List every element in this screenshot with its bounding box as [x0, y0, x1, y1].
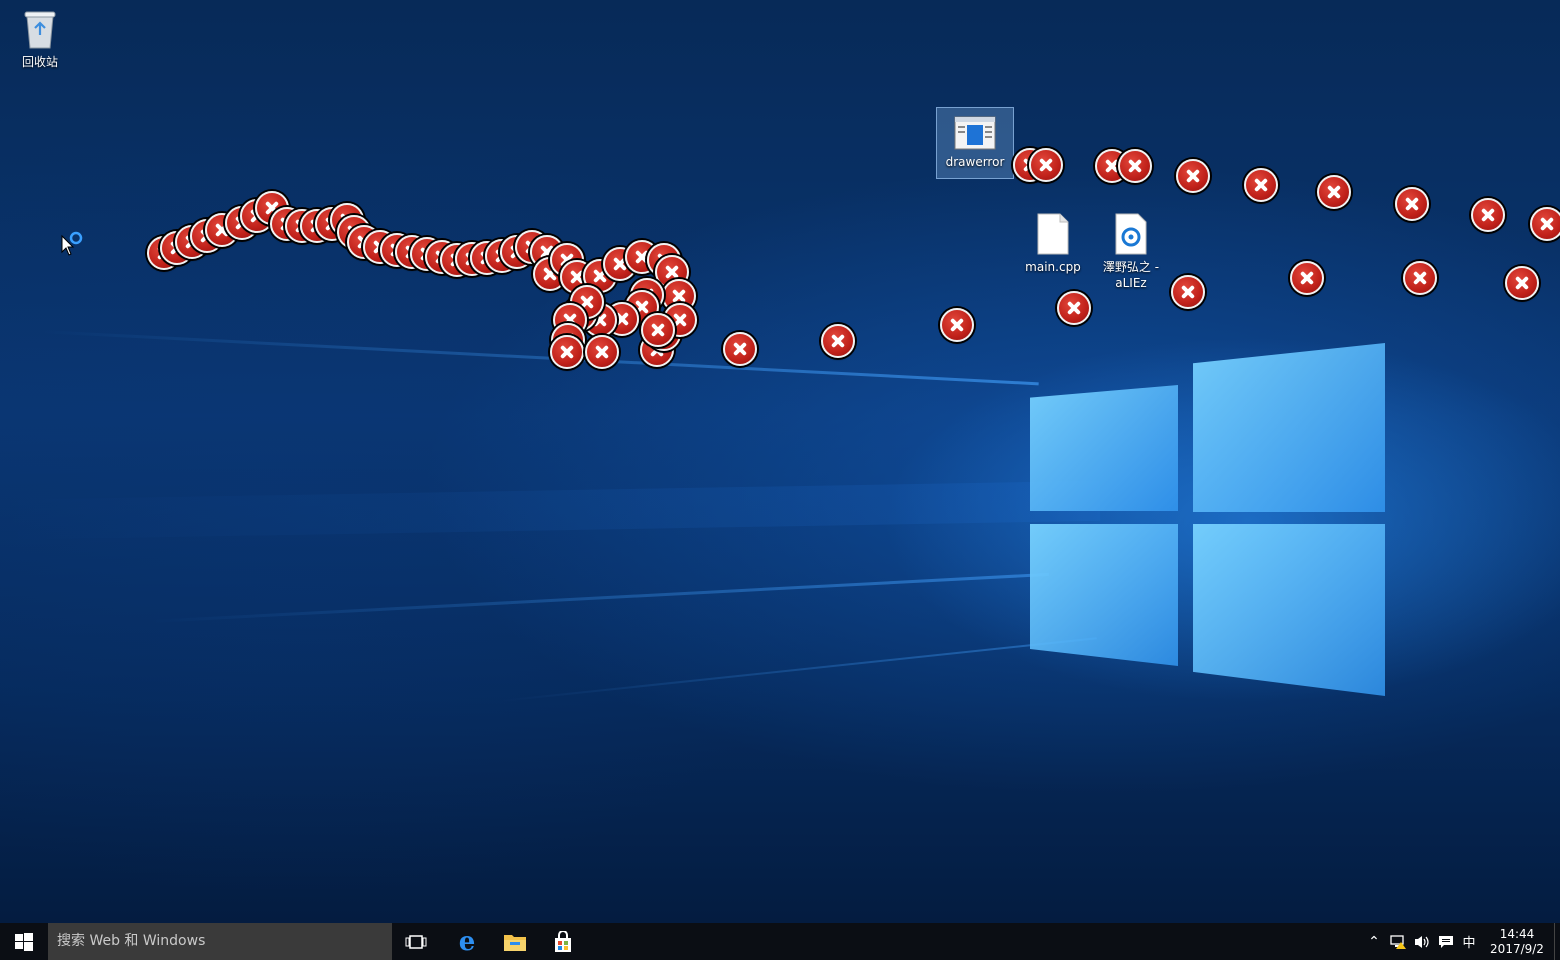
- desktop[interactable]: 回收站 drawerror main.cpp 澤野弘之 - aLIEz: [0, 0, 1560, 923]
- search-placeholder: 搜索 Web 和 Windows: [57, 933, 206, 949]
- error-x-icon: [1118, 149, 1152, 183]
- start-button[interactable]: [0, 923, 48, 960]
- error-x-icon: [1171, 275, 1205, 309]
- error-x-icon: [585, 335, 619, 369]
- error-x-icon: [1029, 148, 1063, 182]
- music-file-label-line1: 澤野弘之 -: [1102, 260, 1160, 274]
- recycle-bin-shortcut[interactable]: 回收站: [0, 8, 80, 70]
- show-desktop-button[interactable]: [1554, 923, 1560, 960]
- error-x-icon: [550, 335, 584, 369]
- clock[interactable]: 14:44 2017/9/2: [1484, 923, 1550, 960]
- store-icon: [555, 930, 571, 952]
- error-x-icon: [1176, 159, 1210, 193]
- action-center-button[interactable]: [1434, 923, 1458, 960]
- error-x-icon: [1244, 168, 1278, 202]
- light-ray: [0, 480, 1101, 540]
- speaker-icon: [1415, 935, 1429, 948]
- light-ray: [499, 637, 1097, 702]
- document-file-icon: [1036, 213, 1070, 255]
- windows-logo-pane: [1030, 385, 1178, 511]
- clock-date: 2017/9/2: [1490, 941, 1544, 956]
- edge-icon: e: [458, 926, 476, 957]
- notification-icon: [1439, 935, 1453, 948]
- error-x-icon: [1057, 291, 1091, 325]
- application-icon: [954, 116, 996, 150]
- error-x-icon: [1505, 266, 1539, 300]
- error-x-icon: [1471, 198, 1505, 232]
- music-file-icon: [1114, 213, 1148, 255]
- windows-start-icon: [15, 932, 33, 951]
- windows-logo-pane: [1193, 524, 1385, 696]
- error-x-icon: [940, 308, 974, 342]
- ime-label: 中: [1462, 936, 1476, 951]
- file-explorer-button[interactable]: [494, 923, 536, 960]
- show-hidden-icons-button[interactable]: ⌃: [1364, 923, 1384, 960]
- error-x-icon: [723, 332, 757, 366]
- error-x-icon: [1290, 261, 1324, 295]
- task-view-button[interactable]: [396, 923, 436, 960]
- recycle-bin-label: 回收站: [21, 55, 58, 69]
- windows-logo-pane: [1193, 343, 1385, 512]
- clock-time: 14:44: [1499, 926, 1535, 941]
- error-x-icon: [821, 324, 855, 358]
- drawerror-shortcut[interactable]: drawerror: [936, 107, 1014, 179]
- edge-button[interactable]: e: [446, 923, 488, 960]
- file-explorer-icon: [504, 934, 526, 951]
- network-button[interactable]: [1386, 923, 1410, 960]
- light-ray: [39, 330, 1039, 386]
- mouse-pointer-busy-icon: [60, 230, 86, 258]
- light-ray: [149, 572, 1049, 623]
- network-warning-icon: [1390, 934, 1406, 949]
- store-button[interactable]: [542, 923, 584, 960]
- error-x-icon: [1530, 207, 1560, 241]
- task-view-icon: [405, 934, 427, 949]
- drawerror-label: drawerror: [945, 155, 1005, 169]
- windows-logo-pane: [1030, 524, 1178, 666]
- search-box[interactable]: 搜索 Web 和 Windows: [48, 923, 392, 960]
- main-cpp-shortcut[interactable]: main.cpp: [1013, 213, 1093, 275]
- volume-button[interactable]: [1410, 923, 1434, 960]
- error-x-icon: [1317, 175, 1351, 209]
- error-x-icon: [641, 313, 675, 347]
- chevron-up-icon: ⌃: [1368, 933, 1380, 950]
- error-x-icon: [1403, 261, 1437, 295]
- music-file-shortcut[interactable]: 澤野弘之 - aLIEz: [1091, 213, 1171, 291]
- main-cpp-label: main.cpp: [1025, 260, 1081, 274]
- taskbar: 搜索 Web 和 Windows e ⌃ 中 14:44 2017/9/2: [0, 923, 1560, 960]
- input-method-indicator[interactable]: 中: [1458, 923, 1480, 960]
- error-x-icon: [1395, 187, 1429, 221]
- recycle-bin-icon: [21, 8, 59, 50]
- music-file-label-line2: aLIEz: [1115, 276, 1147, 290]
